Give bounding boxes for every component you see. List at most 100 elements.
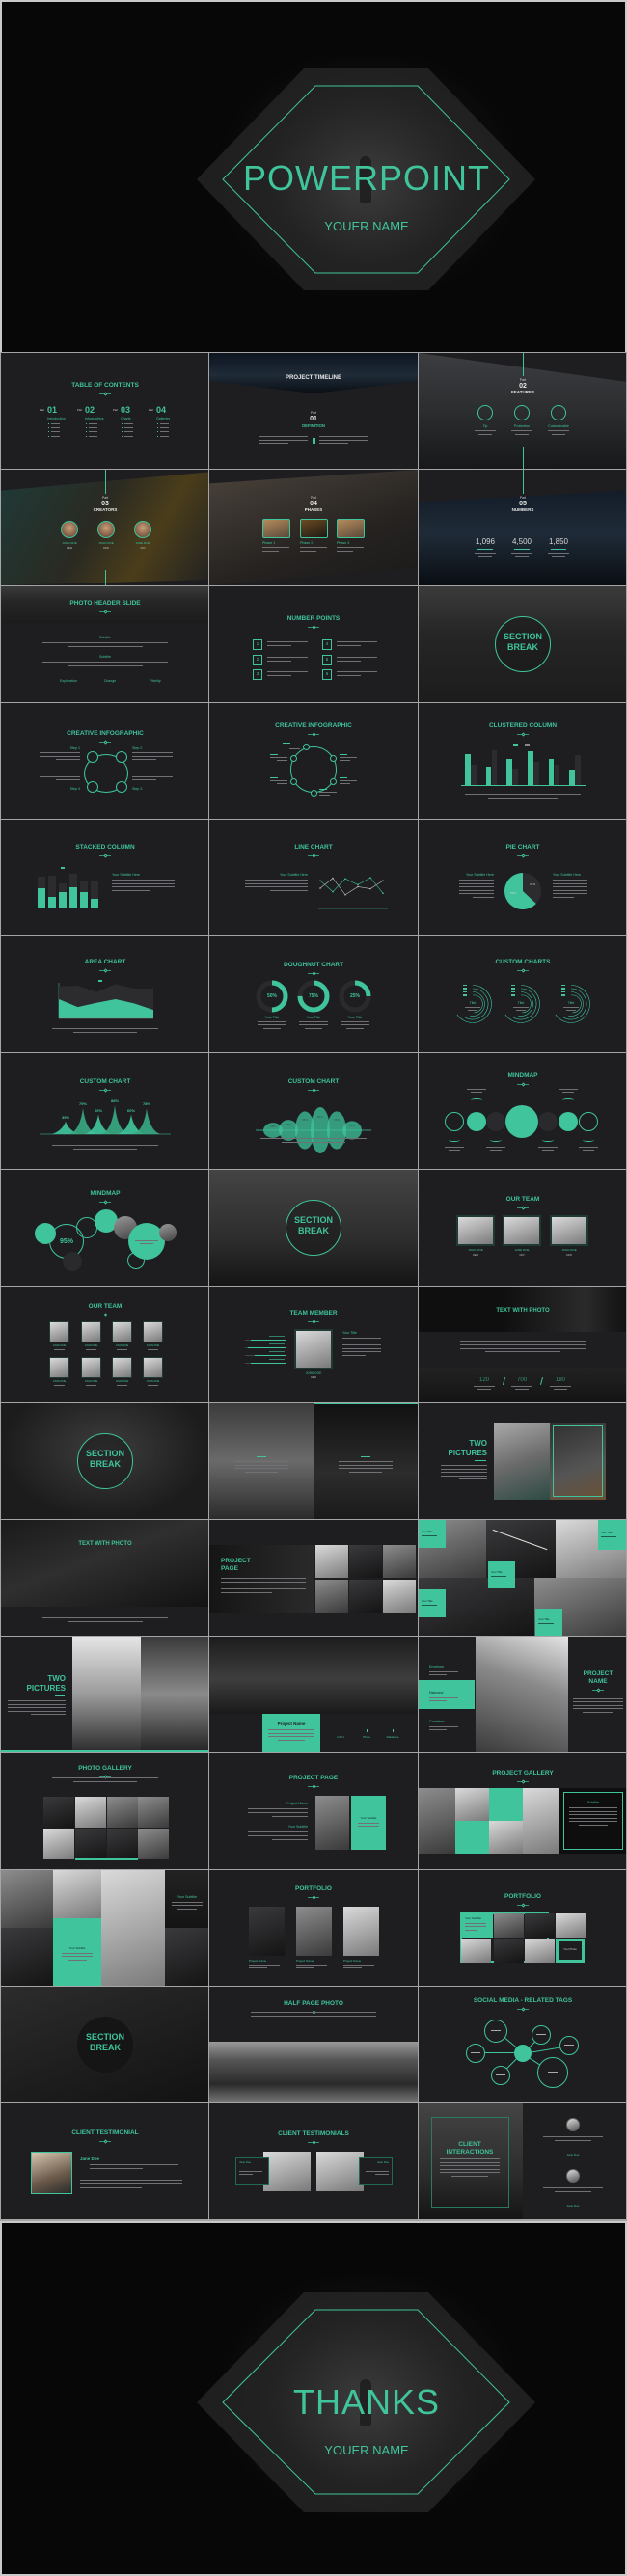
slide-photoheader[interactable]: PHOTO HEADER SLIDE Subtitle Subtitle Explor… — [1, 586, 208, 702]
slide-member[interactable]: TEAM MEMBER JOHN DOE CEO Your Title — [209, 1287, 418, 1402]
slide-twopics1[interactable]: TWO PICTURES — [419, 1403, 626, 1519]
member-name: JOHN DOE — [146, 1344, 160, 1347]
text-line — [112, 882, 175, 884]
slide-projectpage1[interactable]: PROJECT PAGE — [209, 1520, 418, 1636]
divider-diamond — [102, 967, 108, 973]
text-line — [52, 1028, 158, 1029]
slide-twopanels[interactable] — [209, 1403, 418, 1519]
portfolio-photo — [525, 1913, 555, 1938]
mindmap-node — [559, 1112, 578, 1131]
slide-mindmap1[interactable]: MINDMAP — [419, 1053, 626, 1169]
slide-projectname2[interactable]: Envelope Diamond Container PROJECT NAME — [419, 1637, 626, 1752]
text-line — [289, 748, 300, 750]
slide-textphoto1[interactable]: TEXT WITH PHOTO 120 700 180 — [419, 1287, 626, 1402]
slide-portfolio1[interactable]: PORTFOLIO Project Name Project Name Project… — [209, 1870, 418, 1986]
grid-photo — [315, 1545, 348, 1578]
chart-subtitle: Your Subtitle Here — [279, 873, 308, 877]
slide-collage1[interactable]: Your Title Your Title Your Title Your Title… — [419, 1520, 626, 1636]
node-connector — [449, 1138, 460, 1142]
slide-social[interactable]: SOCIAL MEDIA - RELATED TAGS — [419, 1987, 626, 2102]
slide-area[interactable]: AREA CHART — [1, 936, 208, 1052]
slide-features[interactable]: Part 02 FEATURES Tip Protection Customizable — [419, 353, 626, 469]
slide-doughnut[interactable]: DOUGHNUT CHART 50% Your Title 75% Your Title… — [209, 936, 418, 1052]
slide-testimonials[interactable]: CLIENT TESTIMONIALS Jane Doe Jane Doe — [209, 2103, 418, 2219]
text-line — [51, 431, 60, 433]
slide-collage2[interactable]: Your Subtitle Your Subtitle — [1, 1870, 208, 1986]
person-role: CIO — [140, 546, 146, 550]
gate-photo — [141, 1637, 208, 1752]
text-line — [553, 897, 574, 898]
text-line — [221, 1592, 272, 1594]
lake-photo — [209, 1637, 418, 1714]
slide-line[interactable]: LINE CHART Your Subtitle Here — [209, 820, 418, 935]
divider-diamond — [311, 2139, 316, 2145]
slide-info2[interactable]: CREATIVE INFOGRAPHIC — [209, 703, 418, 819]
text-line — [548, 430, 569, 431]
cover-slide[interactable]: POWERPOINT YOUER NAME — [2, 2, 625, 352]
slide-creators[interactable]: Part 03 CREATORS JOHN DOE CEO JOHN DOE CFO JANE… — [1, 470, 208, 585]
slide-numbers[interactable]: Part 05 NUMBERS 1,096 4,500 1,850 — [419, 470, 626, 585]
slide-section[interactable]: SECTION BREAK — [1, 1403, 208, 1519]
text-line — [8, 1700, 66, 1701]
slide-team3[interactable]: OUR TEAM JOHN DOE CEO JANE DOE CIO JOHN DOE CF… — [419, 1170, 626, 1286]
accent-line — [1, 1750, 208, 1752]
gallery-photo — [75, 1797, 106, 1828]
slide-pgallery[interactable]: PROJECT GALLERY Subtitle — [419, 1753, 626, 1869]
text-line — [583, 1150, 594, 1152]
slide-section[interactable]: SECTION BREAK — [1, 1987, 208, 2102]
part-label: Part — [310, 411, 317, 415]
text-line — [559, 1089, 578, 1090]
closing-slide[interactable]: THANKS YOUER NAME — [2, 2223, 625, 2574]
slide-numpoints[interactable]: NUMBER POINTS 1 2 3 4 5 6 — [209, 586, 418, 702]
slide-section[interactable]: SECTION BREAK — [419, 586, 626, 702]
slide-section[interactable]: SECTION BREAK — [209, 1170, 418, 1286]
node-label-line — [339, 777, 347, 778]
slide-projectpage2[interactable]: PROJECT PAGE Project Name Your Subtitle You… — [209, 1753, 418, 1869]
text-line — [234, 1468, 288, 1470]
slide-gallery[interactable]: PHOTO GALLERY — [1, 1753, 208, 1869]
slide-halfphoto[interactable]: HALF PAGE PHOTO — [209, 1987, 418, 2102]
doughnut-label: 50% — [266, 993, 278, 999]
tag-text-line — [491, 2030, 501, 2031]
mindmap-node — [486, 1112, 505, 1131]
part-number: 05 — [519, 501, 527, 507]
box-title: Your Title — [422, 1598, 433, 1603]
slide-testimonial[interactable]: CLIENT TESTIMONIAL Jane Doe — [1, 2103, 208, 2219]
gallery-photo — [138, 1829, 169, 1859]
text-line — [337, 660, 362, 662]
text-line — [343, 1965, 374, 1966]
arc-label-tick — [561, 988, 565, 990]
part-label: Part — [40, 408, 45, 412]
motorcycle-photo — [494, 1423, 550, 1500]
part-label: Part — [113, 408, 119, 412]
slide-phases[interactable]: Part 04 PHASES Phase 1 Phase 2 Phase 3 — [209, 470, 418, 585]
slide-mindmap2[interactable]: MINDMAP 95% — [1, 1170, 208, 1286]
portfolio-photo — [461, 1939, 491, 1963]
slide-timeline[interactable]: PROJECT TIMELINE Part 01 DEFINITION — [209, 353, 418, 469]
slide-bumps[interactable]: CUSTOM CHART 18% 25% 45% 55% 45% 22% — [209, 1053, 418, 1169]
slide-pie[interactable]: PIE CHART 63% 37% Your Subtitle Here Your Su… — [419, 820, 626, 935]
slide-title: PORTFOLIO — [504, 1893, 541, 1900]
text-line — [8, 1710, 66, 1712]
tag-text-line — [536, 2034, 546, 2035]
slide-info1[interactable]: CREATIVE INFOGRAPHIC Step 1 Step 2 Step 4 St… — [1, 703, 208, 819]
slide-portfolio2[interactable]: PORTFOLIO Your Subtitle Your Photo — [419, 1870, 626, 1986]
text-line — [267, 644, 292, 646]
tag-text-line — [496, 2074, 505, 2075]
divider-diamond — [520, 853, 526, 858]
node-label-line — [283, 743, 290, 744]
text-line — [112, 880, 175, 881]
slide-twopics2[interactable]: TWO PICTURES — [1, 1637, 208, 1752]
text-line — [474, 1386, 495, 1387]
slide-peaks[interactable]: CUSTOM CHART 39% 79% 60% 88% 60% 78% — [1, 1053, 208, 1169]
slide-clustered[interactable]: CLUSTERED COLUMN — [419, 703, 626, 819]
slide-title: CLIENT TESTIMONIAL — [71, 2129, 139, 2136]
slide-arcs[interactable]: CUSTOM CHARTS Title Title Title — [419, 936, 626, 1052]
slide-interactions[interactable]: CLIENT INTERACTIONS Jane Doe Jane Doe — [419, 2103, 626, 2219]
slide-team8[interactable]: OUR TEAM JOHN DOE JOHN DOE JOHN DOE JOHN DOE… — [1, 1287, 208, 1402]
slide-textphoto2[interactable]: TEXT WITH PHOTO — [1, 1520, 208, 1636]
slide-stacked[interactable]: STACKED COLUMN Your Subtitle Here — [1, 820, 208, 935]
slide-toc[interactable]: TABLE OF CONTENTS Part 01 Introduction Part 0… — [1, 353, 208, 469]
arc-label-tick — [463, 990, 467, 992]
slide-projectname1[interactable]: Project Name Infinit Photo Database — [209, 1637, 418, 1752]
